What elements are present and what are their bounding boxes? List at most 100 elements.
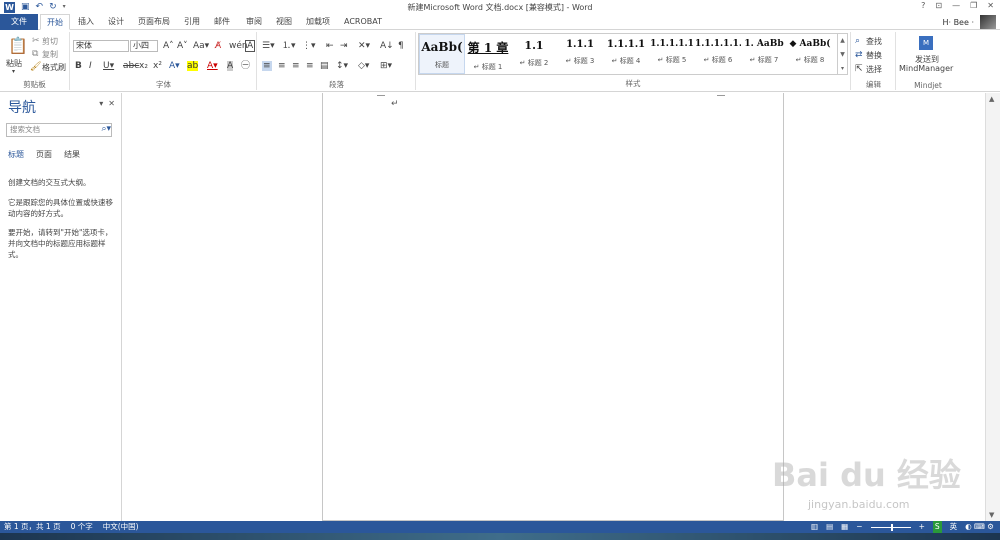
style-heading-1[interactable]: 第 1 章 ↵ 标题 1	[465, 34, 511, 74]
copy-button[interactable]: 复制	[42, 49, 58, 60]
line-spacing-icon[interactable]: ↕▾	[336, 61, 348, 71]
scroll-up-icon[interactable]: ▲	[989, 95, 994, 103]
copy-icon[interactable]: ⧉	[32, 49, 38, 59]
word-count[interactable]: 0 个字	[71, 521, 93, 533]
change-case-icon[interactable]: Aa▾	[193, 41, 209, 51]
restore-button[interactable]: ❐	[970, 1, 977, 10]
zoom-out-icon[interactable]: −	[856, 521, 862, 533]
align-center-icon[interactable]: ≡	[278, 61, 286, 71]
tab-review[interactable]: 审阅	[240, 14, 268, 30]
distributed-icon[interactable]: ▤	[320, 61, 329, 71]
style-heading-3[interactable]: 1.1.1 ↵ 标题 3	[557, 34, 603, 74]
increase-indent-icon[interactable]: ⇥	[340, 41, 348, 51]
style-heading-6[interactable]: 1.1.1.1.1. ↵ 标题 6	[695, 34, 741, 74]
tray-icon[interactable]: ◐ ⌨ ⚙	[965, 521, 994, 533]
tab-view[interactable]: 视图	[270, 14, 298, 30]
read-mode-icon[interactable]: ▥	[811, 521, 818, 533]
tab-layout[interactable]: 页面布局	[132, 14, 176, 30]
select-icon[interactable]: ⇱	[855, 64, 863, 74]
tab-mailings[interactable]: 邮件	[208, 14, 236, 30]
search-input[interactable]: 搜索文档	[6, 123, 112, 137]
style-heading-7[interactable]: 1. AaBb ↵ 标题 7	[741, 34, 787, 74]
format-painter-icon[interactable]: 🖌	[30, 62, 41, 72]
strikethrough-icon[interactable]: abc	[123, 61, 139, 71]
tab-references[interactable]: 引用	[178, 14, 206, 30]
close-button[interactable]: ✕	[987, 1, 994, 10]
nav-tab-headings[interactable]: 标题	[8, 149, 24, 160]
font-name-combo[interactable]: 宋体	[73, 40, 129, 52]
chevron-up-icon[interactable]: ▲	[838, 34, 847, 48]
style-heading-8[interactable]: ◆ AaBb( ↵ 标题 8	[787, 34, 833, 74]
subscript-icon[interactable]: x₂	[139, 61, 148, 71]
zoom-in-icon[interactable]: +	[919, 521, 925, 533]
language-indicator[interactable]: 中文(中国)	[103, 521, 139, 533]
more-styles-icon[interactable]: ▾	[838, 62, 847, 76]
help-button[interactable]: ?	[921, 1, 925, 10]
scroll-down-icon[interactable]: ▼	[989, 511, 994, 519]
show-marks-icon[interactable]: ¶	[398, 41, 404, 51]
cut-button[interactable]: 剪切	[42, 36, 58, 47]
shrink-font-icon[interactable]: A˅	[177, 41, 188, 51]
style-heading-5[interactable]: 1.1.1.1.1 ↵ 标题 5	[649, 34, 695, 74]
font-size-combo[interactable]: 小四	[130, 40, 158, 52]
select-button[interactable]: 选择	[866, 64, 882, 75]
print-layout-icon[interactable]: ▤	[826, 521, 833, 533]
style-heading-4[interactable]: 1.1.1.1 ↵ 标题 4	[603, 34, 649, 74]
find-icon[interactable]: ⌕	[855, 36, 860, 46]
replace-icon[interactable]: ⇄	[855, 50, 863, 60]
nav-tab-results[interactable]: 结果	[64, 149, 80, 160]
nav-options-icon[interactable]: ▾	[99, 99, 103, 108]
text-effects-icon[interactable]: A▾	[169, 61, 180, 71]
format-painter-button[interactable]: 格式刷	[42, 62, 66, 73]
mindmanager-icon[interactable]: M	[919, 36, 933, 50]
nav-tab-pages[interactable]: 页面	[36, 149, 52, 160]
char-border-icon[interactable]: A	[245, 40, 256, 52]
grow-font-icon[interactable]: A˄	[163, 41, 174, 51]
web-layout-icon[interactable]: ▦	[841, 521, 848, 533]
paste-dropdown-icon[interactable]: ▾	[12, 68, 15, 75]
superscript-icon[interactable]: x²	[153, 61, 162, 71]
decrease-indent-icon[interactable]: ⇤	[326, 41, 334, 51]
align-right-icon[interactable]: ≡	[292, 61, 300, 71]
ribbon-display-options-icon[interactable]: ⊡	[935, 1, 942, 10]
numbering-icon[interactable]: ⒈▾	[282, 41, 296, 51]
tab-insert[interactable]: 插入	[72, 14, 100, 30]
page-count[interactable]: 第 1 页，共 1 页	[4, 521, 61, 533]
document-page[interactable]: ↵	[322, 93, 784, 521]
borders-icon[interactable]: ⊞▾	[380, 61, 392, 71]
chinese-layout-icon[interactable]: ✕▾	[358, 41, 370, 51]
zoom-slider[interactable]	[870, 523, 911, 531]
char-shading-icon[interactable]: A	[227, 61, 234, 71]
bullets-icon[interactable]: ☰▾	[262, 41, 275, 51]
send-to-mindmanager-button[interactable]: MindManager	[899, 64, 953, 73]
tab-file[interactable]: 文件	[0, 14, 38, 30]
styles-scroll[interactable]: ▲ ▼ ▾	[838, 33, 848, 75]
tab-acrobat[interactable]: ACROBAT	[338, 14, 388, 30]
replace-button[interactable]: 替换	[866, 50, 882, 61]
tab-design[interactable]: 设计	[102, 14, 130, 30]
close-icon[interactable]: ✕	[108, 99, 115, 108]
align-left-icon[interactable]: ≡	[262, 61, 272, 71]
style-heading-2[interactable]: 1.1 ↵ 标题 2	[511, 34, 557, 74]
ime-mode-icon[interactable]: 英	[950, 521, 958, 533]
sort-icon[interactable]: A↓	[380, 41, 394, 51]
minimize-button[interactable]: —	[952, 1, 960, 10]
user-name[interactable]: H· Bee ·	[942, 18, 974, 27]
tab-home[interactable]: 开始	[40, 14, 70, 30]
chevron-down-icon[interactable]: ▼	[838, 48, 847, 62]
bold-icon[interactable]: B	[75, 61, 82, 71]
underline-icon[interactable]: U▾	[103, 61, 114, 71]
cut-icon[interactable]: ✂	[32, 36, 40, 46]
find-button[interactable]: 查找	[866, 36, 882, 47]
avatar[interactable]	[980, 15, 996, 29]
clear-format-icon[interactable]: A̸	[215, 41, 221, 51]
paste-icon[interactable]: 📋	[8, 38, 28, 54]
user-account[interactable]: H· Bee ·	[942, 15, 996, 29]
style-title[interactable]: AaBb( 标题	[419, 34, 465, 74]
search-icon[interactable]: ⌕▾	[101, 124, 111, 134]
highlight-icon[interactable]: ab	[187, 61, 199, 71]
italic-icon[interactable]: I	[89, 61, 92, 71]
font-color-icon[interactable]: A▾	[207, 61, 218, 71]
shading-icon[interactable]: ◇▾	[358, 61, 369, 71]
ime-icon[interactable]: S	[932, 521, 942, 533]
